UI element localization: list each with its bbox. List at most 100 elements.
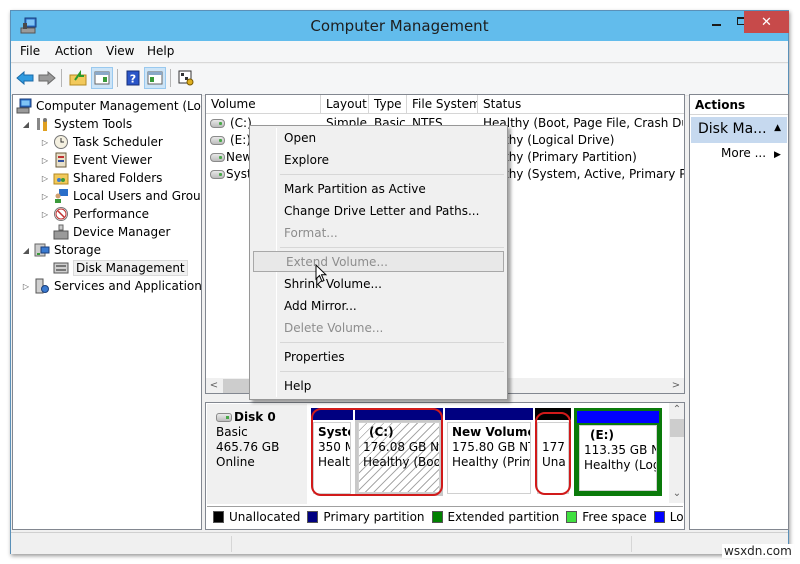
column-header-type[interactable]: Type <box>369 95 407 114</box>
title-bar[interactable]: Computer Management ✕ <box>11 11 789 41</box>
legend-primary-partition: Primary partition <box>307 510 425 524</box>
legend-swatch <box>213 510 224 523</box>
context-menu: Open Explore Mark Partition as Active Ch… <box>249 125 508 400</box>
context-item-extend-volume[interactable]: Extend Volume... <box>253 251 504 272</box>
context-item-shrink-volume[interactable]: Shrink Volume... <box>252 274 505 295</box>
tree-item-performance[interactable]: ▷ Performance <box>40 205 149 223</box>
close-button[interactable]: ✕ <box>744 11 789 33</box>
collapse-icon[interactable]: ◢ <box>21 246 31 255</box>
partition-status: Healt <box>318 455 350 469</box>
column-header-file-system[interactable]: File System <box>407 95 478 114</box>
more-actions-link[interactable]: More ... ▶ <box>721 146 781 160</box>
column-header-layout[interactable]: Layout <box>321 95 369 114</box>
partition-c[interactable]: (C:) 176.08 GB NTF Healthy (Boot, <box>355 408 443 496</box>
volume-name: Syst <box>226 167 252 181</box>
help-icon: ? <box>126 70 140 86</box>
partition-name <box>542 425 568 440</box>
column-header-status[interactable]: Status <box>478 95 684 114</box>
legend-logical-drive: Logical drive <box>653 510 684 524</box>
partition-name: (C:) <box>369 425 394 439</box>
column-header-volume[interactable]: Volume <box>206 95 321 114</box>
up-one-level-button[interactable] <box>67 67 89 89</box>
back-button[interactable] <box>14 67 36 89</box>
context-item-format[interactable]: Format... <box>252 223 505 244</box>
tree-item-event-viewer[interactable]: ▷ Event Viewer <box>40 151 152 169</box>
tree-item-services-and-applications[interactable]: ▷ Services and Applications <box>21 277 201 295</box>
volume-status: thy (Logical Drive) <box>504 133 615 147</box>
scroll-up-button[interactable]: ⌃ <box>669 403 684 417</box>
disk-name: Disk 0 <box>234 410 276 424</box>
tree-label: Computer Management (Local <box>36 99 202 113</box>
partition-unallocated[interactable]: 177 Una <box>535 408 571 496</box>
minimize-button[interactable] <box>705 11 727 33</box>
context-item-explore[interactable]: Explore <box>252 150 505 171</box>
tree-item-device-manager[interactable]: Device Manager <box>40 223 170 241</box>
tree-label: Task Scheduler <box>73 135 163 149</box>
toolbar-separator <box>61 69 62 87</box>
menu-action[interactable]: Action <box>55 44 93 58</box>
context-item-help[interactable]: Help <box>252 376 505 397</box>
context-separator <box>280 342 504 343</box>
legend-extended-partition: Extended partition <box>431 510 559 524</box>
status-divider <box>231 536 232 552</box>
expand-icon[interactable]: ▷ <box>40 174 50 183</box>
legend-swatch <box>653 510 665 523</box>
collapse-icon[interactable]: ◢ <box>21 120 31 129</box>
show-hide-console-tree-button[interactable] <box>91 67 113 89</box>
expand-icon[interactable]: ▷ <box>21 282 31 291</box>
tree-item-task-scheduler[interactable]: ▷ Task Scheduler <box>40 133 163 151</box>
context-item-properties[interactable]: Properties <box>252 347 505 368</box>
context-item-change-drive-letter[interactable]: Change Drive Letter and Paths... <box>252 201 505 222</box>
event-viewer-icon <box>55 152 67 168</box>
partition-type-bar <box>535 408 571 420</box>
context-separator <box>280 174 504 175</box>
menu-view[interactable]: View <box>106 44 134 58</box>
context-item-delete-volume[interactable]: Delete Volume... <box>252 318 505 339</box>
show-hide-action-pane-icon <box>147 71 163 85</box>
tree-label: Performance <box>73 207 150 221</box>
collapse-up-icon[interactable]: ▲ <box>774 123 781 133</box>
status-divider <box>631 536 632 552</box>
close-icon: ✕ <box>761 14 772 30</box>
expand-icon[interactable]: ▷ <box>40 210 50 219</box>
scroll-left-button[interactable]: < <box>206 378 222 393</box>
tree-item-shared-folders[interactable]: ▷ Shared Folders <box>40 169 162 187</box>
forward-button[interactable] <box>36 67 58 89</box>
tree-item-storage[interactable]: ◢ Storage <box>21 241 101 259</box>
partition-body: Syste 350 M Healt <box>313 422 351 494</box>
context-item-open[interactable]: Open <box>252 128 505 149</box>
context-item-add-mirror[interactable]: Add Mirror... <box>252 296 505 317</box>
tree-root-computer-management[interactable]: Computer Management (Local <box>16 97 202 115</box>
actions-section-disk-management[interactable]: Disk Ma... ▲ <box>691 117 787 143</box>
partition-system[interactable]: Syste 350 M Healt <box>311 408 353 496</box>
tree-item-disk-management[interactable]: Disk Management <box>40 259 188 277</box>
device-manager-icon <box>53 224 69 240</box>
tree-item-local-users-and-groups[interactable]: ▷ Local Users and Groups <box>40 187 201 205</box>
scroll-down-button[interactable]: ⌄ <box>669 487 684 501</box>
properties-button[interactable] <box>175 67 197 89</box>
minimize-icon <box>711 24 721 26</box>
disk-0-label[interactable]: Disk 0 Basic 465.76 GB Online <box>207 404 307 504</box>
legend-swatch <box>566 510 578 523</box>
partition-e-extended[interactable]: (E:) 113.35 GB NT Healthy (Log <box>574 408 662 496</box>
users-icon <box>55 189 68 203</box>
show-hide-action-pane-button[interactable] <box>144 67 166 89</box>
expand-icon[interactable]: ▷ <box>40 156 50 165</box>
context-item-mark-partition-active[interactable]: Mark Partition as Active <box>252 179 505 200</box>
menu-file[interactable]: File <box>20 44 40 58</box>
vertical-scrollbar[interactable]: ⌃ ⌄ <box>669 403 684 503</box>
partition-size: 177 <box>542 440 565 454</box>
shared-folder-icon <box>53 173 69 185</box>
help-button[interactable]: ? <box>122 67 144 89</box>
computer-icon <box>16 98 32 114</box>
volume-status: thy (System, Active, Primary Parti <box>504 167 684 181</box>
partition-new-volume[interactable]: New Volume 175.80 GB NTF Healthy (Prim <box>445 408 533 496</box>
tree-item-system-tools[interactable]: ◢ System Tools <box>21 115 132 133</box>
menu-help[interactable]: Help <box>147 44 174 58</box>
expand-icon[interactable]: ▷ <box>40 138 50 147</box>
expand-icon[interactable]: ▷ <box>40 192 50 201</box>
scroll-thumb[interactable] <box>670 419 684 437</box>
tree-label: Storage <box>54 243 101 257</box>
scroll-right-button[interactable]: > <box>668 378 684 393</box>
partition-legend: Unallocated Primary partition Extended p… <box>207 506 684 526</box>
